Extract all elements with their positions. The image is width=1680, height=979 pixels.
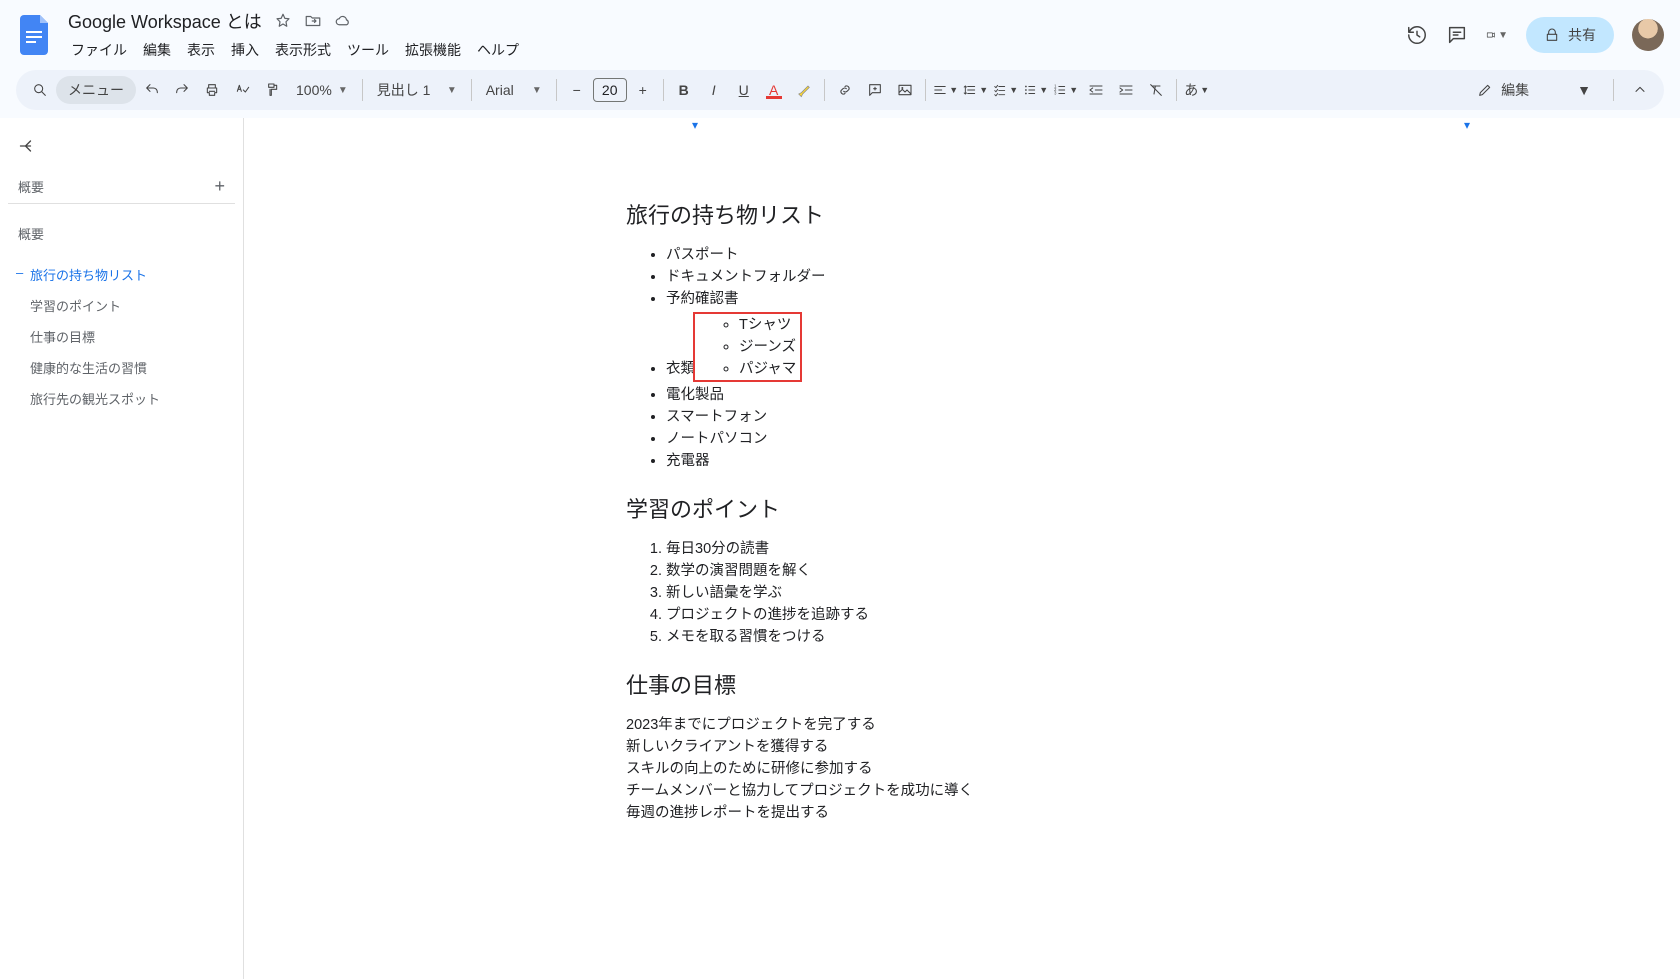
insert-image-button[interactable] [891, 76, 919, 104]
list-item[interactable]: ノートパソコン [666, 428, 1298, 450]
outline-item[interactable]: 健康的な生活の習慣 [8, 352, 235, 383]
menu-file[interactable]: ファイル [64, 36, 134, 64]
paint-format-button[interactable] [258, 76, 286, 104]
toolbar: メニュー 100%▼ 見出し 1▼ Arial▼ − 20 + B I U A … [16, 70, 1664, 110]
study-points-list[interactable]: 毎日30分の読書 数学の演習問題を解く 新しい語彙を学ぶ プロジェクトの進捗を追… [626, 538, 1298, 648]
highlighted-sublist: Tシャツ ジーンズ パジャマ [693, 312, 802, 382]
travel-list[interactable]: パスポート ドキュメントフォルダー 予約確認書 衣類 Tシャツ ジーンズ パジャ… [626, 244, 1298, 472]
docs-logo[interactable] [16, 15, 56, 55]
app-header: Google Workspace とは ファイル 編集 表示 挿入 表示形式 ツ… [0, 0, 1680, 64]
paragraph[interactable]: チームメンバーと協力してプロジェクトを成功に導く [626, 780, 1298, 802]
svg-text:3: 3 [1054, 91, 1057, 96]
menu-help[interactable]: ヘルプ [470, 36, 526, 64]
paragraph[interactable]: 新しいクライアントを獲得する [626, 736, 1298, 758]
collapse-toolbar-button[interactable] [1626, 76, 1654, 104]
search-icon[interactable] [26, 76, 54, 104]
share-button[interactable]: 共有 [1526, 17, 1614, 53]
list-item[interactable]: 電化製品 [666, 384, 1298, 406]
outline-summary: 概要 [8, 220, 235, 259]
decrease-indent-button[interactable] [1082, 76, 1110, 104]
heading-work-goals[interactable]: 仕事の目標 [626, 668, 1298, 700]
outline-item[interactable]: 旅行先の観光スポット [8, 383, 235, 414]
print-button[interactable] [198, 76, 226, 104]
redo-button[interactable] [168, 76, 196, 104]
outline-collapse-icon[interactable] [16, 134, 40, 158]
menu-edit[interactable]: 編集 [136, 36, 178, 64]
comments-icon[interactable] [1446, 24, 1468, 46]
highlight-button[interactable] [790, 76, 818, 104]
font-size-increase[interactable]: + [629, 76, 657, 104]
move-folder-icon[interactable] [304, 12, 322, 30]
numbered-list-button[interactable]: 123▼ [1052, 76, 1080, 104]
list-item[interactable]: Tシャツ [739, 314, 796, 336]
bulleted-list-button[interactable]: ▼ [1022, 76, 1050, 104]
paragraph[interactable]: 2023年までにプロジェクトを完了する [626, 714, 1298, 736]
style-select[interactable]: 見出し 1▼ [369, 80, 465, 100]
font-size-decrease[interactable]: − [563, 76, 591, 104]
menu-format[interactable]: 表示形式 [268, 36, 338, 64]
menu-pill[interactable]: メニュー [56, 76, 136, 104]
menu-insert[interactable]: 挿入 [224, 36, 266, 64]
list-item[interactable]: スマートフォン [666, 406, 1298, 428]
line-spacing-button[interactable]: ▼ [962, 76, 990, 104]
ruler-indent-left-icon[interactable]: ▾ [692, 118, 698, 132]
editing-mode-select[interactable]: 編集 ▼ [1467, 76, 1601, 104]
menu-bar: ファイル 編集 表示 挿入 表示形式 ツール 拡張機能 ヘルプ [64, 36, 1398, 64]
list-item[interactable]: 衣類 Tシャツ ジーンズ パジャマ [666, 310, 1298, 384]
account-avatar[interactable] [1632, 19, 1664, 51]
share-button-label: 共有 [1568, 25, 1596, 45]
list-item[interactable]: プロジェクトの進捗を追跡する [666, 604, 1298, 626]
paragraph[interactable]: 毎週の進捗レポートを提出する [626, 802, 1298, 824]
checklist-button[interactable]: ▼ [992, 76, 1020, 104]
outline-header-label: 概要 [18, 177, 44, 196]
menu-extensions[interactable]: 拡張機能 [398, 36, 468, 64]
outline-pane: 概要 + 概要 旅行の持ち物リスト学習のポイント仕事の目標健康的な生活の習慣旅行… [0, 118, 244, 979]
text-color-button[interactable]: A [760, 76, 788, 104]
list-item[interactable]: ドキュメントフォルダー [666, 266, 1298, 288]
clear-formatting-button[interactable] [1142, 76, 1170, 104]
outline-item[interactable]: 旅行の持ち物リスト [8, 259, 235, 290]
cloud-status-icon[interactable] [334, 12, 352, 30]
ruler-indent-right-icon[interactable]: ▾ [1464, 118, 1470, 132]
list-item[interactable]: パスポート [666, 244, 1298, 266]
paragraph[interactable]: スキルの向上のために研修に参加する [626, 758, 1298, 780]
history-icon[interactable] [1406, 24, 1428, 46]
outline-item[interactable]: 学習のポイント [8, 290, 235, 321]
outline-item[interactable]: 仕事の目標 [8, 321, 235, 352]
underline-button[interactable]: U [730, 76, 758, 104]
page[interactable]: 旅行の持ち物リスト パスポート ドキュメントフォルダー 予約確認書 衣類 Tシャ… [554, 138, 1370, 864]
undo-button[interactable] [138, 76, 166, 104]
zoom-select[interactable]: 100%▼ [288, 82, 356, 98]
input-method-button[interactable]: あ▼ [1183, 76, 1211, 104]
star-icon[interactable] [274, 12, 292, 30]
font-select[interactable]: Arial▼ [478, 82, 550, 98]
spellcheck-button[interactable] [228, 76, 256, 104]
heading-study-points[interactable]: 学習のポイント [626, 492, 1298, 524]
document-title[interactable]: Google Workspace とは [64, 6, 266, 36]
increase-indent-button[interactable] [1112, 76, 1140, 104]
font-size-input[interactable]: 20 [593, 78, 627, 102]
align-button[interactable]: ▼ [932, 76, 960, 104]
list-item[interactable]: パジャマ [739, 358, 796, 380]
insert-comment-button[interactable] [861, 76, 889, 104]
menu-view[interactable]: 表示 [180, 36, 222, 64]
list-item[interactable]: 数学の演習問題を解く [666, 560, 1298, 582]
list-item[interactable]: ジーンズ [739, 336, 796, 358]
list-item[interactable]: 充電器 [666, 450, 1298, 472]
italic-button[interactable]: I [700, 76, 728, 104]
bold-button[interactable]: B [670, 76, 698, 104]
list-item[interactable]: 予約確認書 [666, 288, 1298, 310]
menu-tools[interactable]: ツール [340, 36, 396, 64]
heading-travel-list[interactable]: 旅行の持ち物リスト [626, 198, 1298, 230]
document-canvas[interactable]: ▾ ▾ 旅行の持ち物リスト パスポート ドキュメントフォルダー 予約確認書 衣類… [244, 118, 1680, 979]
list-item[interactable]: メモを取る習慣をつける [666, 626, 1298, 648]
insert-link-button[interactable] [831, 76, 859, 104]
list-item[interactable]: 新しい語彙を学ぶ [666, 582, 1298, 604]
meet-icon[interactable]: ▼ [1486, 24, 1508, 46]
list-item[interactable]: 毎日30分の読書 [666, 538, 1298, 560]
outline-add-icon[interactable]: + [214, 176, 225, 197]
